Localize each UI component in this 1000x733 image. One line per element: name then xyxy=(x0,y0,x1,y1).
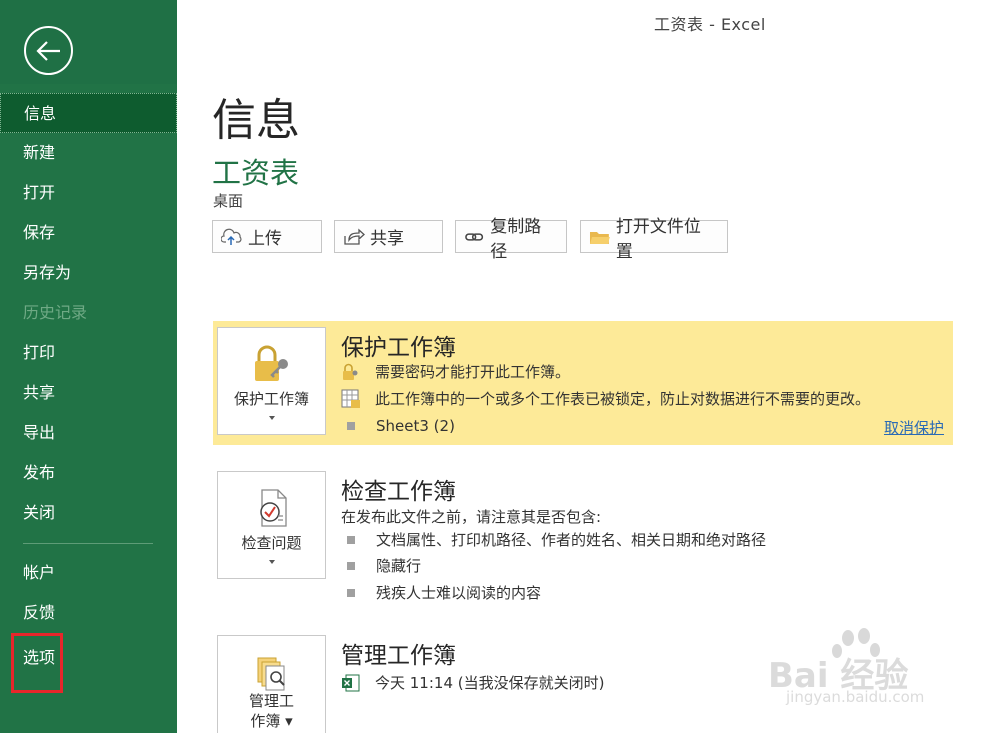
protect-workbook-button[interactable]: 保护工作簿 xyxy=(217,327,326,435)
protect-password-line: 需要密码才能打开此工作簿。 xyxy=(341,361,570,382)
share-label: 共享 xyxy=(370,229,404,249)
upload-label: 上传 xyxy=(248,229,282,249)
autosave-version-text: 今天 11:14 (当我没保存就关闭时) xyxy=(375,674,605,692)
nav-item-new[interactable]: 新建 xyxy=(0,133,177,173)
open-location-label: 打开文件位置 xyxy=(615,216,701,262)
upload-button[interactable]: 上传 xyxy=(212,220,322,253)
bullet-icon xyxy=(347,422,355,430)
nav-divider xyxy=(23,543,153,544)
protect-password-text: 需要密码才能打开此工作簿。 xyxy=(375,363,571,381)
inspect-item: 残疾人士难以阅读的内容 xyxy=(341,582,541,603)
check-for-issues-button[interactable]: 检查问题 xyxy=(217,471,326,579)
watermark-url: jingyan.baidu.com xyxy=(786,688,925,706)
protect-sheets-text: 此工作簿中的一个或多个工作表已被锁定，防止对数据进行不需要的更改。 xyxy=(375,390,871,408)
excel-file-icon xyxy=(341,673,361,693)
manage-versions-icon xyxy=(257,657,285,691)
protected-sheet-item: Sheet3 (2) xyxy=(341,417,455,435)
nav-item-info[interactable]: 信息 xyxy=(0,93,177,133)
bullet-icon xyxy=(347,588,355,597)
share-icon xyxy=(344,228,365,245)
bullet-icon xyxy=(347,535,355,544)
nav-item-print[interactable]: 打印 xyxy=(0,333,177,373)
protect-sheets-line: 此工作簿中的一个或多个工作表已被锁定，防止对数据进行不需要的更改。 xyxy=(341,388,870,409)
nav-item-open[interactable]: 打开 xyxy=(0,173,177,213)
backstage-nav: 信息 新建 打开 保存 另存为 历史记录 打印 共享 导出 发布 关闭 帐户 反… xyxy=(0,93,177,693)
manage-button-label-line2: 作簿 ▾ xyxy=(250,712,293,730)
chevron-down-icon xyxy=(268,416,275,420)
inspect-workbook-section: 检查问题 检查工作簿 在发布此文件之前，请注意其是否包含: 文档属性、打印机路径… xyxy=(213,465,953,602)
back-arrow-icon xyxy=(35,40,60,61)
inspect-intro: 在发布此文件之前，请注意其是否包含: xyxy=(341,506,601,527)
inspect-item: 隐藏行 xyxy=(341,555,421,576)
page-title: 信息 xyxy=(212,95,300,146)
lock-key-icon xyxy=(254,345,288,381)
share-button[interactable]: 共享 xyxy=(334,220,443,253)
file-name: 工资表 xyxy=(212,156,300,190)
nav-item-publish[interactable]: 发布 xyxy=(0,453,177,493)
open-location-button[interactable]: 打开文件位置 xyxy=(580,217,728,262)
nav-item-account[interactable]: 帐户 xyxy=(0,553,177,593)
copy-path-label: 复制路径 xyxy=(490,216,542,262)
unprotect-link[interactable]: 取消保护 xyxy=(884,417,944,438)
nav-item-history: 历史记录 xyxy=(23,303,88,322)
inspect-item: 文档属性、打印机路径、作者的姓名、相关日期和绝对路径 xyxy=(341,529,766,550)
nav-item-save[interactable]: 保存 xyxy=(0,213,177,253)
protected-sheet-name: Sheet3 (2) xyxy=(376,417,455,435)
link-icon xyxy=(465,232,484,241)
manage-button-label-text: 作簿 xyxy=(250,712,281,730)
nav-item-close[interactable]: 关闭 xyxy=(0,493,177,533)
nav-item-options[interactable]: 选项 xyxy=(11,633,63,693)
small-lock-icon xyxy=(341,363,361,381)
back-area xyxy=(0,0,177,84)
protect-workbook-section: 保护工作簿 保护工作簿 需要密码才能打开此工作簿。 此工作簿中的一个或多个工作表… xyxy=(213,321,953,445)
file-location: 桌面 xyxy=(213,192,244,210)
folder-icon xyxy=(589,231,610,244)
chevron-down-icon xyxy=(268,560,275,564)
manage-title: 管理工作簿 xyxy=(341,643,456,669)
manage-workbook-button[interactable]: 管理工 作簿 ▾ xyxy=(217,635,326,733)
cloud-upload-icon xyxy=(221,228,242,245)
protect-button-label: 保护工作簿 xyxy=(233,390,309,408)
baidu-watermark: Bai 经验 jingyan.baidu.com xyxy=(768,626,998,716)
check-issues-label: 检查问题 xyxy=(241,534,302,552)
copy-path-button[interactable]: 复制路径 xyxy=(455,217,567,262)
nav-item-save-as[interactable]: 另存为 xyxy=(0,253,177,293)
nav-item-export[interactable]: 导出 xyxy=(0,413,177,453)
inspect-item-text: 隐藏行 xyxy=(376,557,422,575)
window-title: 工资表 - Excel xyxy=(654,15,766,34)
inspect-item-text: 文档属性、打印机路径、作者的姓名、相关日期和绝对路径 xyxy=(376,531,767,549)
manage-button-label-line1: 管理工 xyxy=(248,692,294,710)
inspect-title: 检查工作簿 xyxy=(341,479,456,505)
back-button[interactable] xyxy=(24,26,73,75)
locked-sheet-icon xyxy=(341,389,361,409)
nav-item-feedback[interactable]: 反馈 xyxy=(0,593,177,633)
bullet-icon xyxy=(347,561,355,570)
inspect-item-text: 残疾人士难以阅读的内容 xyxy=(376,584,542,602)
inspect-intro-text: 在发布此文件之前，请注意其是否包含: xyxy=(341,508,602,526)
nav-item-share[interactable]: 共享 xyxy=(0,373,177,413)
autosave-version[interactable]: 今天 11:14 (当我没保存就关闭时) xyxy=(341,672,604,693)
inspect-document-icon xyxy=(259,489,287,527)
backstage-sidebar: 信息 新建 打开 保存 另存为 历史记录 打印 共享 导出 发布 关闭 帐户 反… xyxy=(0,0,177,733)
protect-title: 保护工作簿 xyxy=(341,335,456,361)
manage-button-label: 管理工 作簿 ▾ xyxy=(218,691,325,731)
file-actions: 上传 共享 复制路径 打开文件位置 xyxy=(212,217,728,262)
